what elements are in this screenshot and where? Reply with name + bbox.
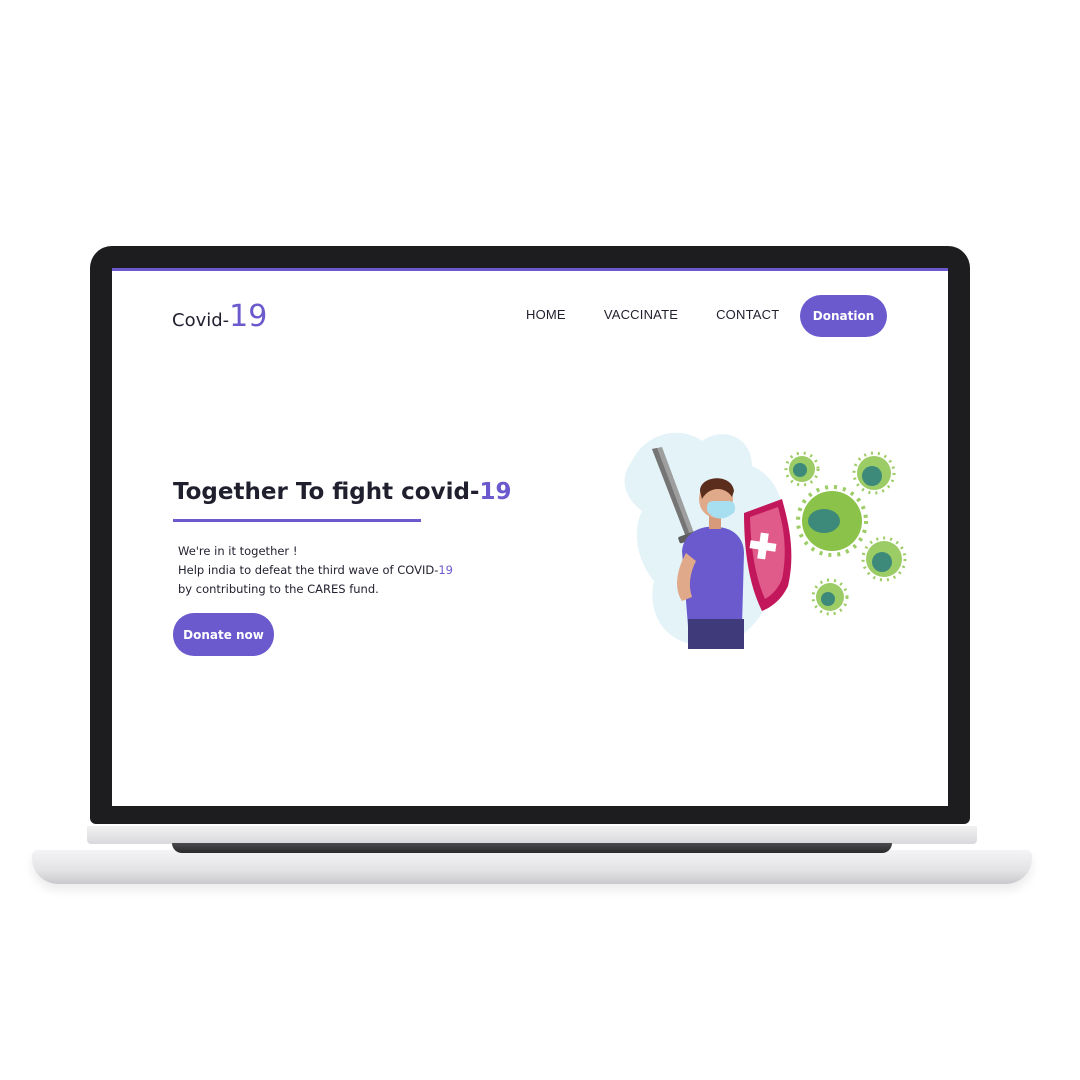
hero-title-number: 19 (479, 479, 512, 505)
donation-button[interactable]: Donation (800, 295, 887, 337)
laptop-base (32, 826, 1032, 888)
hero-illustration (624, 432, 907, 649)
hero-line-2: Help india to defeat the third wave of C… (178, 561, 453, 580)
hero-line-1: We're in it together ! (178, 544, 298, 558)
nav-vaccinate-link[interactable]: VACCINATE (604, 307, 678, 322)
website-screen: Covid-19 HOME VACCINATE CONTACT Donation… (112, 268, 948, 806)
logo-number: 19 (229, 299, 268, 334)
hero-title-text: Together To fight covid- (173, 479, 480, 505)
laptop-opening-notch (172, 843, 892, 853)
hero-line-2-text: Help india to defeat the third wave of C… (178, 563, 439, 577)
hero-line-3: by contributing to the CARES fund. (178, 582, 379, 596)
hero-line-2-number: 19 (438, 563, 453, 577)
laptop-hinge (87, 826, 977, 844)
logo-text: Covid- (172, 310, 230, 331)
main-nav: HOME VACCINATE CONTACT (526, 307, 817, 322)
donate-now-button[interactable]: Donate now (173, 613, 274, 656)
virus-icon (784, 451, 907, 616)
nav-home-link[interactable]: HOME (526, 307, 566, 322)
site-logo[interactable]: Covid-19 (172, 299, 267, 334)
hero-title-underline (173, 519, 421, 522)
laptop-keyboard-deck (32, 850, 1032, 884)
hero-description: We're in it together ! Help india to def… (178, 542, 453, 599)
nav-contact-link[interactable]: CONTACT (716, 307, 779, 322)
hero-title: Together To fight covid-19 (173, 479, 511, 505)
